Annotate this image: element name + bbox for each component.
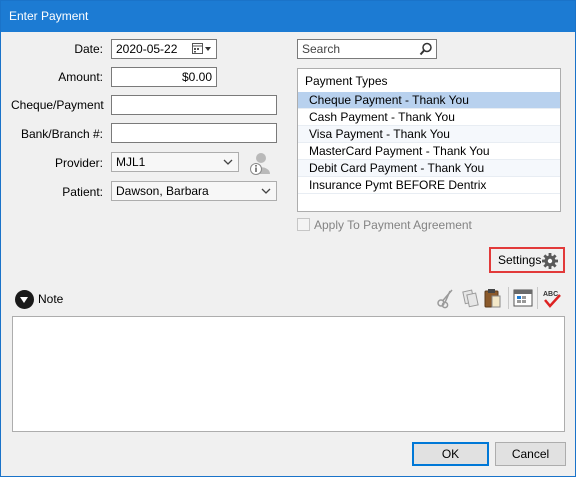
bank-branch-input[interactable] (111, 123, 277, 143)
toolbar-separator (537, 287, 538, 309)
provider-label: Provider: (54, 156, 103, 170)
svg-text:ABC: ABC (543, 291, 558, 298)
amount-label: Amount: (58, 70, 103, 84)
search-input[interactable]: Search (297, 39, 437, 59)
chevron-down-icon (223, 159, 233, 165)
payment-type-item[interactable]: Insurance Pymt BEFORE Dentrix (298, 177, 560, 194)
patient-value: Dawson, Barbara (116, 184, 209, 198)
note-expand-toggle[interactable]: Note (15, 289, 64, 310)
cheque-payment-input[interactable] (111, 95, 277, 115)
copy-icon[interactable] (459, 287, 481, 309)
chevron-down-icon (261, 188, 271, 194)
payment-type-item[interactable]: Visa Payment - Thank You (298, 126, 560, 143)
payment-types-header: Payment Types (305, 74, 388, 88)
provider-info-icon[interactable] (249, 152, 271, 176)
gear-icon (542, 253, 558, 269)
cancel-button[interactable]: Cancel (495, 442, 566, 466)
apply-payment-agreement-label: Apply To Payment Agreement (314, 218, 472, 232)
enter-payment-window: Enter Payment Date: 2020-05-22 Amount: $… (0, 0, 576, 477)
window-title: Enter Payment (1, 1, 575, 32)
provider-dropdown[interactable]: MJL1 (111, 152, 239, 172)
paste-icon[interactable] (482, 287, 504, 309)
date-label: Date: (74, 42, 103, 56)
date-value: 2020-05-22 (116, 42, 178, 56)
amount-input[interactable]: $0.00 (111, 67, 217, 87)
ok-button[interactable]: OK (412, 442, 489, 466)
bank-branch-label: Bank/Branch #: (20, 127, 103, 141)
payment-type-item[interactable]: Cash Payment - Thank You (298, 109, 560, 126)
cheque-payment-label: Cheque/Payment (11, 98, 104, 112)
calendar-dropdown-icon[interactable] (192, 43, 212, 55)
toolbar-separator (508, 287, 509, 309)
collapse-arrow-icon[interactable] (15, 290, 34, 310)
settings-label: Settings (498, 253, 542, 267)
search-icon[interactable] (419, 42, 433, 56)
payment-types-list: Payment Types Cheque Payment - Thank You… (297, 68, 561, 212)
note-label: Note (38, 292, 64, 306)
cut-icon[interactable] (435, 287, 457, 309)
note-textarea[interactable] (12, 316, 565, 432)
patient-dropdown[interactable]: Dawson, Barbara (111, 181, 277, 201)
date-picker[interactable]: 2020-05-22 (111, 39, 217, 59)
patient-label: Patient: (62, 185, 103, 199)
date-stamp-icon[interactable] (512, 287, 534, 309)
checkbox-box[interactable] (297, 218, 310, 231)
payment-type-item[interactable]: MasterCard Payment - Thank You (298, 143, 560, 160)
provider-value: MJL1 (116, 155, 146, 169)
settings-button[interactable]: Settings (489, 247, 565, 273)
search-placeholder: Search (302, 42, 341, 56)
spell-check-icon[interactable]: ABC (541, 287, 563, 309)
apply-payment-agreement-checkbox[interactable]: Apply To Payment Agreement (297, 217, 472, 233)
payment-type-item[interactable]: Debit Card Payment - Thank You (298, 160, 560, 177)
payment-type-item[interactable]: Cheque Payment - Thank You (298, 92, 560, 109)
